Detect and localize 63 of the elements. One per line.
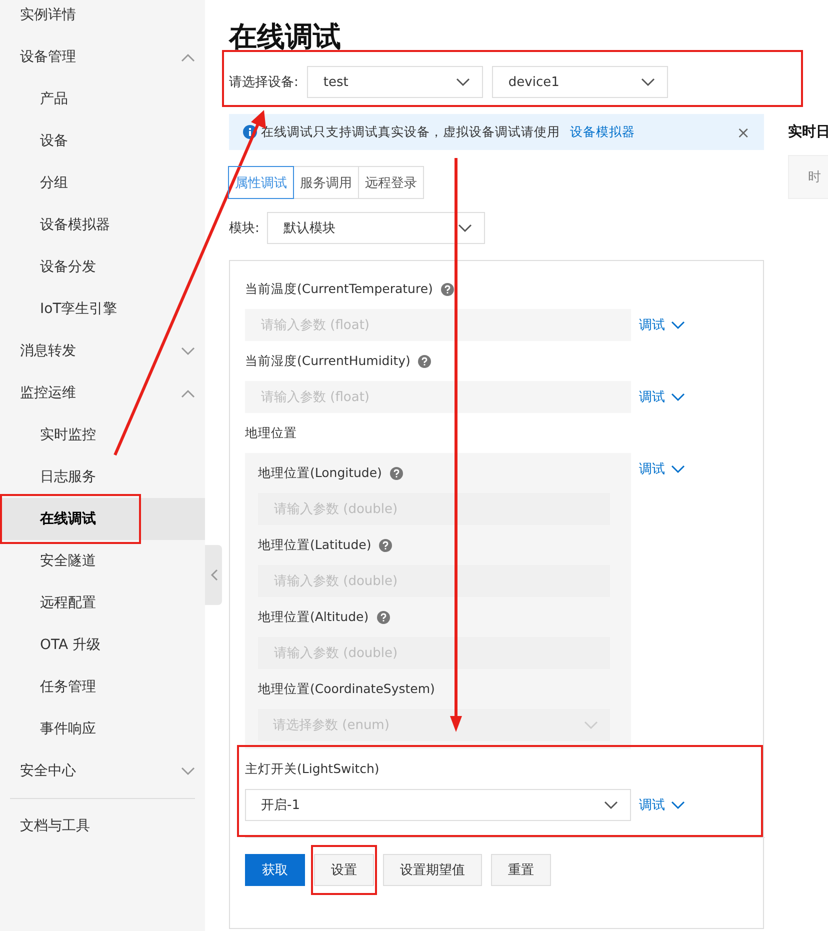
sidebar-item[interactable]: 设备模拟器 [0,204,205,246]
field-label: 地理位置(CoordinateSystem) [258,680,435,698]
tab[interactable]: 服务调用 [293,166,359,199]
tab[interactable]: 远程登录 [358,166,424,199]
select-field[interactable]: 开启-1 [245,789,631,821]
chevron-icon [458,224,472,232]
sidebar-item[interactable]: 实时监控 [0,414,205,456]
simulator-link[interactable]: 设备模拟器 [570,124,635,140]
collapse-handle[interactable] [205,545,222,605]
sidebar-item[interactable]: 远程配置 [0,582,205,624]
field-label: 地理位置(Longitude) [258,464,382,482]
sidebar-item[interactable]: 产品 [0,78,205,120]
action-button[interactable]: 获取 [245,854,305,886]
sidebar-item[interactable]: 设备 [0,120,205,162]
page-title: 在线调试 [229,19,341,55]
debug-link[interactable]: 调试 [639,381,763,413]
field-label: 请选择设备: [229,74,298,91]
field-label: 当前湿度(CurrentHumidity) [245,352,410,370]
sidebar-item[interactable]: 消息转发 [0,330,205,372]
input-field[interactable]: 请输入参数 (float) [245,309,631,341]
field-label: 地理位置(Altitude) [258,608,369,626]
debug-link[interactable]: 调试 [639,309,763,341]
sidebar-item[interactable]: 设备管理 [0,36,205,78]
field-label: 当前温度(CurrentTemperature) [245,280,433,298]
sidebar-item[interactable]: 监控运维 [0,372,205,414]
input-field[interactable]: 请输入参数 (float) [245,381,631,413]
sidebar-item[interactable]: OTA 升级 [0,624,205,666]
sidebar-item[interactable]: 日志服务 [0,456,205,498]
banner-text: 在线调试只支持调试真实设备，虚拟设备调试请使用 [261,124,560,140]
sidebar-item[interactable]: 任务管理 [0,666,205,708]
chevron-left-icon [210,569,218,581]
chevron-icon [671,464,685,474]
info-icon [243,125,257,139]
chevron-icon [584,720,598,730]
sidebar-item[interactable]: 实例详情 [0,0,205,36]
sidebar-item[interactable]: 设备分发 [0,246,205,288]
module-select[interactable]: 默认模块 [267,212,486,244]
field-label: 地理位置 [245,424,297,442]
sidebar-item[interactable]: 分组 [0,162,205,204]
sidebar-item[interactable]: 文档与工具 [0,805,205,847]
device-select[interactable]: device1 [492,66,668,98]
field-label: 主灯开关(LightSwitch) [245,760,380,778]
debug-link[interactable]: 调试 [639,789,763,821]
chevron-icon [671,320,685,330]
device-select[interactable]: test [307,66,484,98]
debug-link[interactable]: 调试 [639,453,763,485]
sidebar-item[interactable]: IoT孪生引擎 [0,288,205,330]
chevron-icon [456,78,470,86]
action-button[interactable]: 重置 [491,854,551,886]
chevron-icon [671,392,685,402]
action-button[interactable]: 设置期望值 [383,854,482,886]
sidebar-item[interactable]: 安全中心 [0,750,205,792]
sidebar-item[interactable]: 事件响应 [0,708,205,750]
panel-title: 实时日 [788,123,828,141]
chevron-icon [671,800,685,810]
chevron-icon [641,78,656,86]
sidebar-item[interactable]: 安全隧道 [0,540,205,582]
action-button[interactable]: 设置 [314,854,374,886]
close-button[interactable]: × [736,122,750,142]
field-label: 地理位置(Latitude) [258,536,372,554]
field-label: 模块: [229,220,260,237]
chevron-icon [604,800,618,810]
column-header: 时 [808,169,821,186]
